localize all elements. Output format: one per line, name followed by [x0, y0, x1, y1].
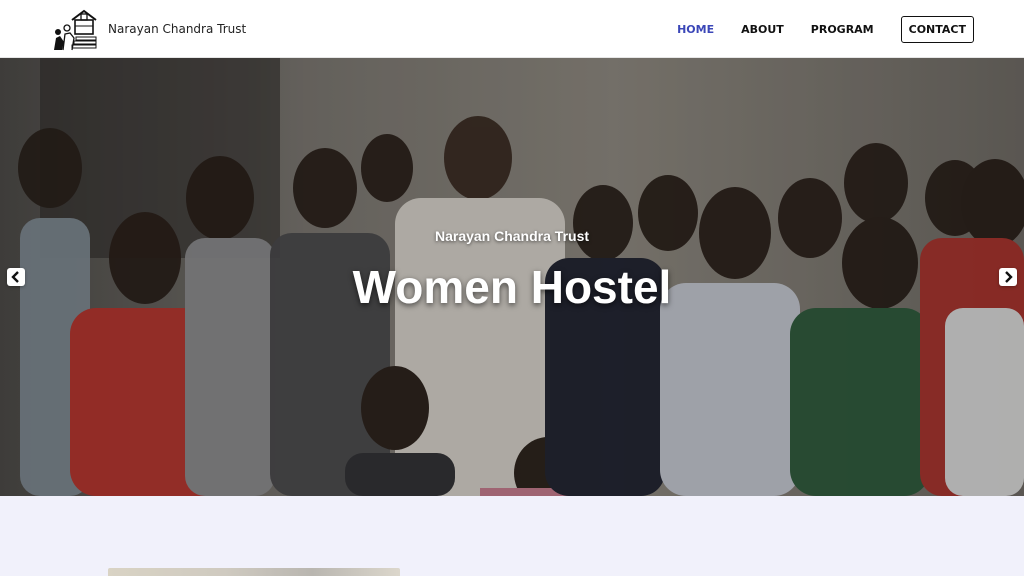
hero-title: Women Hostel — [352, 261, 672, 313]
main-nav: HOME ABOUT PROGRAM CONTACT — [650, 0, 974, 58]
chevron-left-icon — [11, 271, 19, 283]
section-image — [108, 568, 400, 576]
contact-button[interactable]: CONTACT — [900, 15, 974, 43]
nav-home[interactable]: HOME — [677, 23, 714, 36]
trust-logo-icon — [54, 9, 97, 51]
nav-program[interactable]: PROGRAM — [811, 23, 874, 36]
brand-name[interactable]: Narayan Chandra Trust — [108, 22, 246, 36]
chevron-right-icon — [1005, 271, 1013, 283]
content-section — [0, 496, 1024, 576]
carousel-prev-button[interactable] — [7, 268, 25, 286]
brand[interactable]: Narayan Chandra Trust — [50, 6, 246, 52]
hero-carousel: Narayan Chandra Trust Women Hostel — [0, 58, 1024, 496]
hero-subtitle: Narayan Chandra Trust — [434, 228, 590, 244]
carousel-next-button[interactable] — [999, 268, 1017, 286]
nav-about[interactable]: ABOUT — [741, 23, 784, 36]
site-header: Narayan Chandra Trust HOME ABOUT PROGRAM… — [0, 0, 1024, 58]
